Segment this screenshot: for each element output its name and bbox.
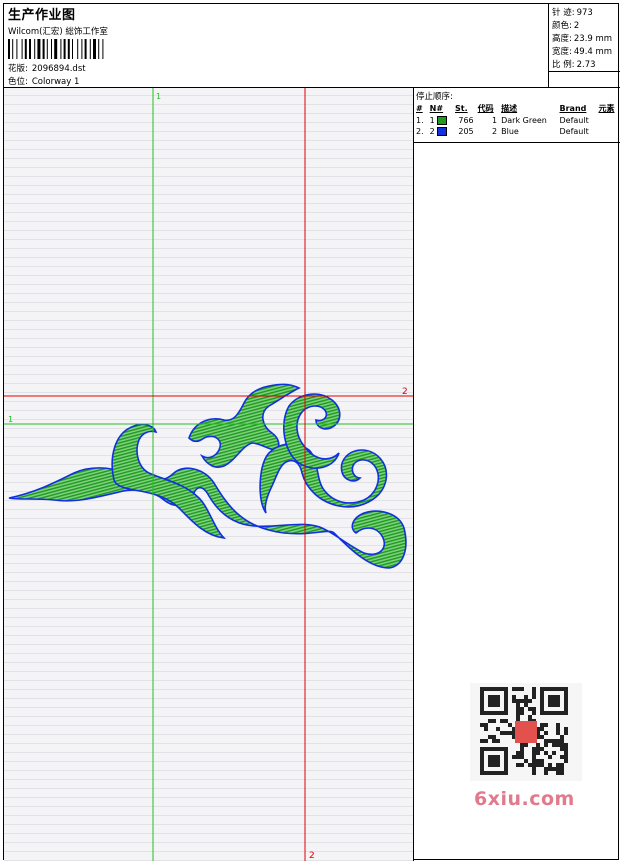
col-element: 元素 bbox=[598, 104, 615, 113]
seal-icon bbox=[515, 721, 537, 743]
colorway-value: Colorway 1 bbox=[31, 77, 80, 87]
design-file-row: 花版: 2096894.dst bbox=[8, 62, 86, 74]
row-index: 2. bbox=[416, 127, 424, 136]
row-code: 2 bbox=[492, 127, 498, 136]
row-element bbox=[596, 126, 620, 137]
row-stitches: 766 bbox=[458, 116, 474, 125]
stat-stitches: 针 迹: 973 bbox=[552, 8, 593, 18]
stat-height: 高度: 23.9 mm bbox=[552, 34, 613, 44]
design-file-label: 花版: bbox=[8, 64, 28, 74]
row-description: Dark Green bbox=[501, 116, 547, 125]
stop-sequence-title: 停止顺序: bbox=[416, 92, 453, 102]
col-description: 描述 bbox=[501, 104, 518, 113]
table-row: 2. 2 205 2 Blue Default bbox=[414, 126, 620, 137]
table-header-row: # N# St. 代码 描述 Brand 元素 bbox=[414, 102, 620, 115]
col-index: # bbox=[416, 104, 423, 113]
col-stitches: St. bbox=[455, 104, 468, 113]
design-stats: 针 迹: 973 颜色: 2 高度: 23.9 mm 宽度: 49.4 mm 比 例: 2… bbox=[548, 4, 620, 88]
watermark-qr-code bbox=[470, 683, 582, 781]
green-marker-left: 1 bbox=[8, 415, 13, 424]
stop-sequence-panel: 停止顺序: # N# St. 代码 描述 Brand 元素 1. 1 766 1… bbox=[414, 88, 620, 143]
motif-right-spiral bbox=[259, 443, 388, 514]
watermark-text: 6xiu.com bbox=[474, 788, 575, 810]
row-element bbox=[596, 115, 620, 126]
color-swatch bbox=[437, 116, 448, 125]
stat-colors: 颜色: 2 bbox=[552, 21, 580, 31]
red-marker-bottom: 2 bbox=[309, 851, 315, 861]
col-brand: Brand bbox=[559, 104, 587, 113]
company-name: Wilcom(汇宏) 総饰工作室 bbox=[8, 27, 108, 37]
row-stitches: 205 bbox=[458, 127, 474, 136]
colorway-label: 色位: bbox=[8, 77, 28, 87]
stats-divider bbox=[549, 71, 620, 72]
row-needle: 2 bbox=[428, 126, 453, 137]
design-file-value: 2096894.dst bbox=[31, 64, 86, 74]
red-marker-right: 2 bbox=[402, 387, 408, 397]
stat-scale: 比 例: 2.73 bbox=[552, 60, 596, 70]
row-brand: Default bbox=[559, 127, 589, 136]
row-brand: Default bbox=[559, 116, 589, 125]
header-info: 生产作业图 Wilcom(汇宏) 総饰工作室 花版: 2096894.dst 色位… bbox=[4, 4, 548, 88]
worksheet-title: 生产作业图 bbox=[8, 8, 76, 23]
embroidery-motif bbox=[8, 383, 407, 569]
stop-sequence-table: # N# St. 代码 描述 Brand 元素 1. 1 766 1 Dark … bbox=[414, 102, 620, 137]
green-marker-top: 1 bbox=[156, 92, 161, 101]
row-code: 1 bbox=[492, 116, 498, 125]
row-description: Blue bbox=[501, 127, 519, 136]
color-swatch bbox=[437, 127, 448, 136]
col-needle: N# bbox=[429, 104, 444, 113]
embroidery-preview: 1 1 2 2 bbox=[4, 88, 414, 861]
col-code: 代码 bbox=[477, 104, 494, 113]
stat-width: 宽度: 49.4 mm bbox=[552, 47, 613, 57]
barcode bbox=[8, 39, 104, 59]
table-row: 1. 1 766 1 Dark Green Default bbox=[414, 115, 620, 126]
colorway-row: 色位: Colorway 1 bbox=[8, 75, 79, 87]
embroidery-canvas: 1 1 2 2 bbox=[4, 88, 413, 861]
row-index: 1. bbox=[416, 116, 424, 125]
motif-upper-curl bbox=[283, 393, 341, 469]
row-needle: 1 bbox=[428, 115, 453, 126]
